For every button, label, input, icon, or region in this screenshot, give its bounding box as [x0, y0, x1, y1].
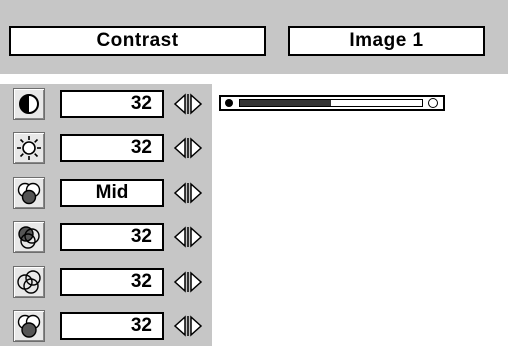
green-adjust-icon[interactable]: [13, 266, 45, 298]
brightness-value: 32: [60, 134, 164, 162]
color-temp-icon[interactable]: [13, 177, 45, 209]
green-value: 32: [60, 268, 164, 296]
color-temp-arrows[interactable]: [170, 181, 206, 205]
red-arrows[interactable]: [170, 225, 206, 249]
contrast-icon[interactable]: [13, 88, 45, 120]
min-dot-icon: [225, 99, 233, 107]
level-slider[interactable]: [219, 95, 445, 111]
green-arrows[interactable]: [170, 270, 206, 294]
adjustment-panel: 32 32 Mid 32 32 32: [0, 84, 212, 346]
contrast-value: 32: [60, 90, 164, 118]
menu-title: Contrast: [9, 26, 266, 56]
row-blue[interactable]: 32: [0, 306, 212, 346]
row-green[interactable]: 32: [0, 262, 212, 302]
max-dot-icon: [428, 98, 438, 108]
red-value: 32: [60, 223, 164, 251]
contrast-arrows[interactable]: [170, 92, 206, 116]
brightness-icon[interactable]: [13, 132, 45, 164]
row-color-temp[interactable]: Mid: [0, 173, 212, 213]
row-contrast[interactable]: 32: [0, 84, 212, 124]
blue-arrows[interactable]: [170, 314, 206, 338]
slider-track[interactable]: [239, 99, 423, 107]
brightness-arrows[interactable]: [170, 136, 206, 160]
image-mode-label: Image 1: [288, 26, 485, 56]
slider-fill: [240, 100, 331, 106]
blue-adjust-icon[interactable]: [13, 310, 45, 342]
color-temp-value: Mid: [60, 179, 164, 207]
menu-header: Contrast Image 1: [0, 0, 508, 74]
blue-value: 32: [60, 312, 164, 340]
row-red[interactable]: 32: [0, 217, 212, 257]
row-brightness[interactable]: 32: [0, 128, 212, 168]
red-adjust-icon[interactable]: [13, 221, 45, 253]
